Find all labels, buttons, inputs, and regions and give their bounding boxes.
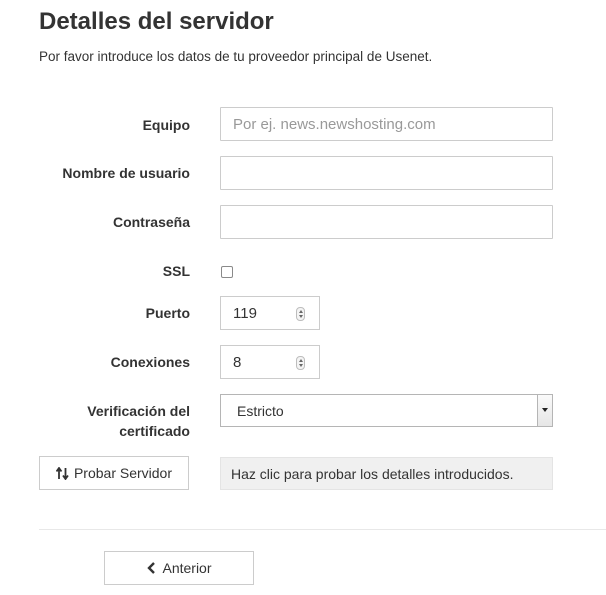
- back-button[interactable]: Anterior: [104, 551, 254, 585]
- test-message: Haz clic para probar los detalles introd…: [220, 457, 553, 490]
- cert-label: Verificación del certificado: [0, 401, 190, 441]
- cert-label-line1: Verificación del: [87, 403, 190, 419]
- username-input[interactable]: [220, 156, 553, 190]
- back-label: Anterior: [162, 560, 212, 576]
- cert-select-value: Estricto: [237, 403, 284, 419]
- connections-spinner-icon[interactable]: [296, 356, 305, 370]
- connections-stepper[interactable]: 8: [220, 345, 320, 379]
- port-stepper[interactable]: 119: [220, 296, 320, 330]
- connections-value: 8: [233, 354, 242, 371]
- ssl-checkbox[interactable]: [221, 266, 233, 278]
- test-server-button[interactable]: Probar Servidor: [39, 456, 189, 490]
- cert-select[interactable]: Estricto: [220, 394, 553, 427]
- port-spinner-icon[interactable]: [296, 307, 305, 321]
- chevron-left-icon: [147, 562, 156, 574]
- chevron-down-icon: [537, 395, 552, 426]
- host-input[interactable]: [220, 107, 553, 141]
- ssl-label: SSL: [162, 263, 190, 279]
- cert-label-line2: certificado: [119, 423, 190, 439]
- port-label: Puerto: [145, 305, 190, 321]
- page-subtitle: Por favor introduce los datos de tu prov…: [39, 49, 433, 64]
- page-title: Detalles del servidor: [39, 8, 274, 35]
- host-label: Equipo: [142, 117, 190, 133]
- username-label: Nombre de usuario: [62, 165, 190, 181]
- port-value: 119: [233, 305, 257, 322]
- connections-label: Conexiones: [110, 354, 190, 370]
- divider: [39, 529, 606, 530]
- test-server-label: Probar Servidor: [73, 465, 173, 481]
- password-input[interactable]: [220, 205, 553, 239]
- password-label: Contraseña: [112, 214, 190, 230]
- sort-arrows-icon: [55, 466, 69, 480]
